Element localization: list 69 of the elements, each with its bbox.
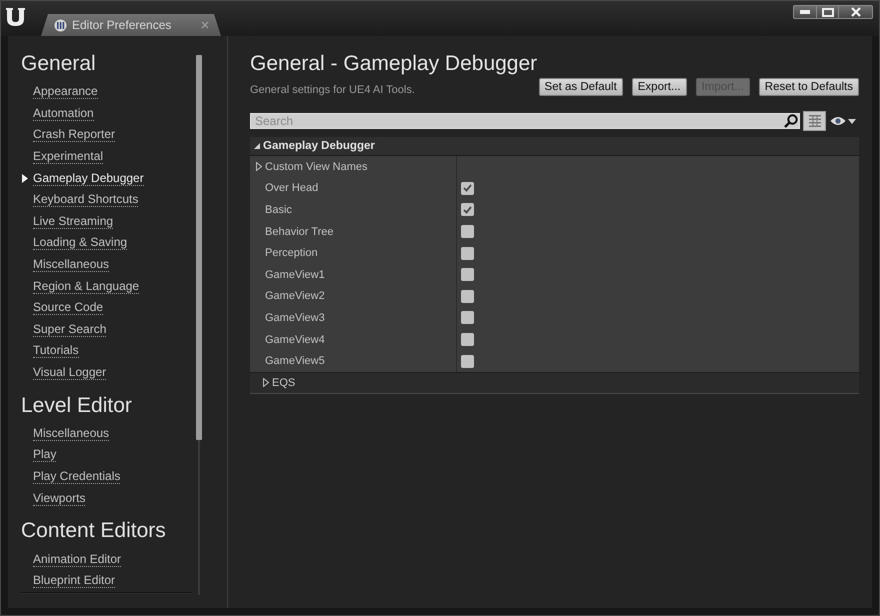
section-heading: General bbox=[21, 51, 97, 77]
editor-tab[interactable]: Editor Preferences bbox=[41, 14, 221, 36]
eye-icon[interactable] bbox=[830, 116, 846, 126]
property-label: Perception bbox=[265, 247, 318, 260]
sidebar-link[interactable]: Miscellaneous bbox=[33, 258, 110, 272]
checkbox[interactable] bbox=[461, 182, 474, 195]
caret-icon[interactable] bbox=[848, 118, 856, 124]
expand-arrow-icon[interactable] bbox=[263, 378, 269, 388]
list-icon bbox=[808, 115, 820, 127]
property-label: Over Head bbox=[265, 182, 318, 194]
checkbox[interactable] bbox=[461, 333, 474, 346]
sidebar-link[interactable]: Miscellaneous bbox=[33, 426, 110, 441]
property-label: Behavior Tree bbox=[265, 226, 334, 238]
category-header[interactable]: Gameplay Debugger bbox=[250, 137, 859, 156]
sidebar-link[interactable]: Visual Logger bbox=[33, 366, 106, 380]
section-heading: Level Editor bbox=[21, 392, 133, 419]
property-label: GameView5 bbox=[265, 355, 325, 368]
sidebar-link[interactable]: Appearance bbox=[33, 85, 98, 100]
action-button[interactable]: Reset to Defaults bbox=[758, 78, 859, 96]
checkbox[interactable] bbox=[461, 290, 474, 303]
sidebar-link[interactable]: Play bbox=[33, 448, 56, 462]
minimize-icon bbox=[800, 10, 810, 14]
action-button[interactable]: Set as Default bbox=[538, 78, 623, 96]
sidebar-link[interactable]: Source Code bbox=[33, 301, 104, 316]
sidebar-link[interactable]: Animation Editor bbox=[33, 552, 122, 567]
checkmark-icon bbox=[463, 206, 472, 214]
section-heading: Content Editors bbox=[21, 518, 167, 544]
property-label: Basic bbox=[265, 204, 292, 216]
maximize-icon bbox=[822, 8, 834, 16]
close-icon bbox=[850, 7, 860, 17]
sidebar-link[interactable]: Tutorials bbox=[33, 344, 79, 358]
checkbox[interactable] bbox=[461, 354, 474, 368]
sidebar-link[interactable]: Experimental bbox=[33, 150, 104, 164]
logo-icon bbox=[5, 5, 27, 27]
sidebar-link[interactable]: Region & Language bbox=[33, 280, 140, 294]
sidebar-link[interactable]: Super Search bbox=[33, 322, 106, 337]
sidebar-link[interactable]: Viewports bbox=[33, 492, 86, 506]
close-button[interactable] bbox=[839, 5, 873, 19]
sidebar-link[interactable]: Play Credentials bbox=[33, 470, 120, 484]
checkbox[interactable] bbox=[461, 311, 474, 324]
sidebar-link[interactable]: Crash Reporter bbox=[33, 128, 116, 142]
sidebar-link[interactable]: Keyboard Shortcuts bbox=[33, 193, 138, 208]
property-label: GameView1 bbox=[265, 268, 325, 281]
property-label: GameView3 bbox=[265, 312, 325, 324]
expand-arrow-icon[interactable] bbox=[254, 143, 260, 149]
action-button[interactable]: Export... bbox=[632, 78, 687, 96]
search-field[interactable]: Search bbox=[250, 113, 800, 129]
property-label: GameView4 bbox=[265, 334, 325, 346]
sidebar-link[interactable]: Gameplay Debugger bbox=[33, 172, 144, 186]
scrollbar-thumb[interactable] bbox=[196, 55, 202, 440]
sidebar-link[interactable]: Live Streaming bbox=[33, 214, 114, 229]
property-label: GameView2 bbox=[265, 290, 325, 302]
search-icon[interactable] bbox=[784, 114, 798, 128]
subcategory-header[interactable]: EQS bbox=[250, 372, 859, 393]
maximize-button[interactable] bbox=[817, 5, 839, 19]
page-title: General - Gameplay Debugger bbox=[250, 51, 538, 77]
checkmark-icon bbox=[463, 184, 472, 192]
checkbox[interactable] bbox=[461, 246, 474, 260]
checkbox[interactable] bbox=[461, 203, 474, 216]
checkbox[interactable] bbox=[461, 225, 474, 238]
expand-arrow-icon[interactable] bbox=[256, 162, 262, 172]
page-description: General settings for UE4 AI Tools. bbox=[250, 83, 416, 98]
property-label: Custom View Names bbox=[265, 160, 368, 173]
minimize-button[interactable] bbox=[793, 5, 817, 19]
sidebar-link[interactable]: Automation bbox=[33, 106, 94, 121]
sidebar-link[interactable]: Blueprint Editor bbox=[33, 574, 116, 588]
app-icon bbox=[54, 18, 67, 32]
sidebar-link[interactable]: Loading & Saving bbox=[33, 236, 128, 250]
checkbox[interactable] bbox=[461, 268, 474, 282]
